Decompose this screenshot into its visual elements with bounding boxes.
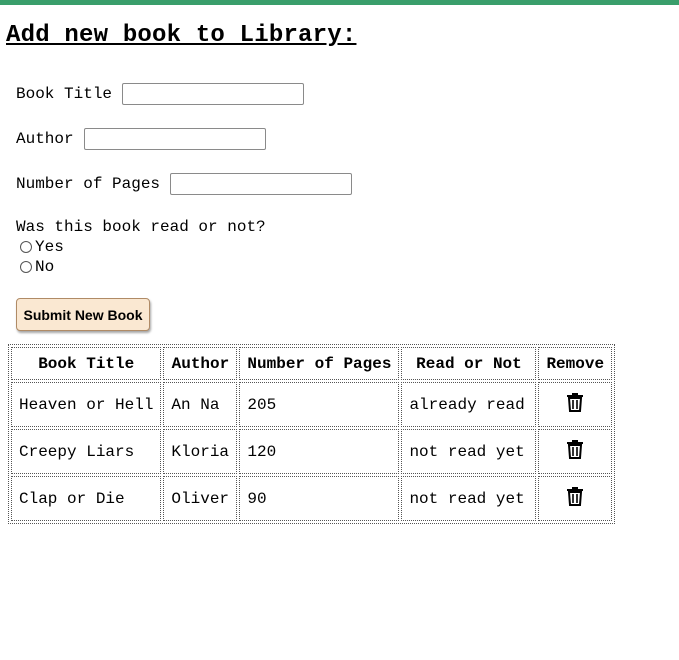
cell-read-status[interactable]: not read yet xyxy=(401,429,537,474)
read-no-option[interactable]: No xyxy=(20,258,54,276)
table-row: Heaven or Hell An Na 205 already read xyxy=(11,382,613,427)
read-question: Was this book read or not? xyxy=(16,218,266,236)
title-input[interactable] xyxy=(122,83,305,105)
header-remove: Remove xyxy=(538,347,613,380)
read-yes-option[interactable]: Yes xyxy=(20,238,64,256)
author-label: Author xyxy=(16,130,74,148)
trash-icon[interactable] xyxy=(566,486,584,506)
radio-no-label: No xyxy=(35,258,55,276)
page-heading: Add new book to Library: xyxy=(6,22,357,49)
cell-pages: 205 xyxy=(239,382,400,427)
submit-new-book-button[interactable]: Submit New Book xyxy=(16,298,150,331)
pages-row: Number of Pages xyxy=(16,173,353,195)
title-label: Book Title xyxy=(16,85,113,103)
header-read-or-not: Read or Not xyxy=(401,347,537,380)
author-row: Author xyxy=(16,128,266,150)
pages-input[interactable] xyxy=(170,173,353,195)
cell-remove xyxy=(538,429,613,474)
pages-label: Number of Pages xyxy=(16,175,161,193)
table-header-row: Book Title Author Number of Pages Read o… xyxy=(11,347,613,380)
trash-icon[interactable] xyxy=(566,392,584,412)
header-book-title: Book Title xyxy=(11,347,162,380)
radio-yes[interactable] xyxy=(20,241,32,253)
cell-author: Oliver xyxy=(163,476,238,521)
cell-remove xyxy=(538,382,613,427)
radio-yes-label: Yes xyxy=(35,238,64,256)
table-row: Clap or Die Oliver 90 not read yet xyxy=(11,476,613,521)
cell-author: Kloria xyxy=(163,429,238,474)
trash-icon[interactable] xyxy=(566,439,584,459)
cell-title: Creepy Liars xyxy=(11,429,162,474)
top-accent-bar xyxy=(0,0,679,5)
books-table: Book Title Author Number of Pages Read o… xyxy=(8,344,616,524)
cell-title: Clap or Die xyxy=(11,476,162,521)
cell-author: An Na xyxy=(163,382,238,427)
radio-no[interactable] xyxy=(20,261,32,273)
table-row: Creepy Liars Kloria 120 not read yet xyxy=(11,429,613,474)
header-number-of-pages: Number of Pages xyxy=(239,347,400,380)
cell-pages: 120 xyxy=(239,429,400,474)
header-author: Author xyxy=(163,347,238,380)
title-row: Book Title xyxy=(16,83,305,105)
cell-title: Heaven or Hell xyxy=(11,382,162,427)
cell-read-status[interactable]: not read yet xyxy=(401,476,537,521)
cell-read-status[interactable]: already read xyxy=(401,382,537,427)
cell-remove xyxy=(538,476,613,521)
cell-pages: 90 xyxy=(239,476,400,521)
author-input[interactable] xyxy=(83,128,266,150)
